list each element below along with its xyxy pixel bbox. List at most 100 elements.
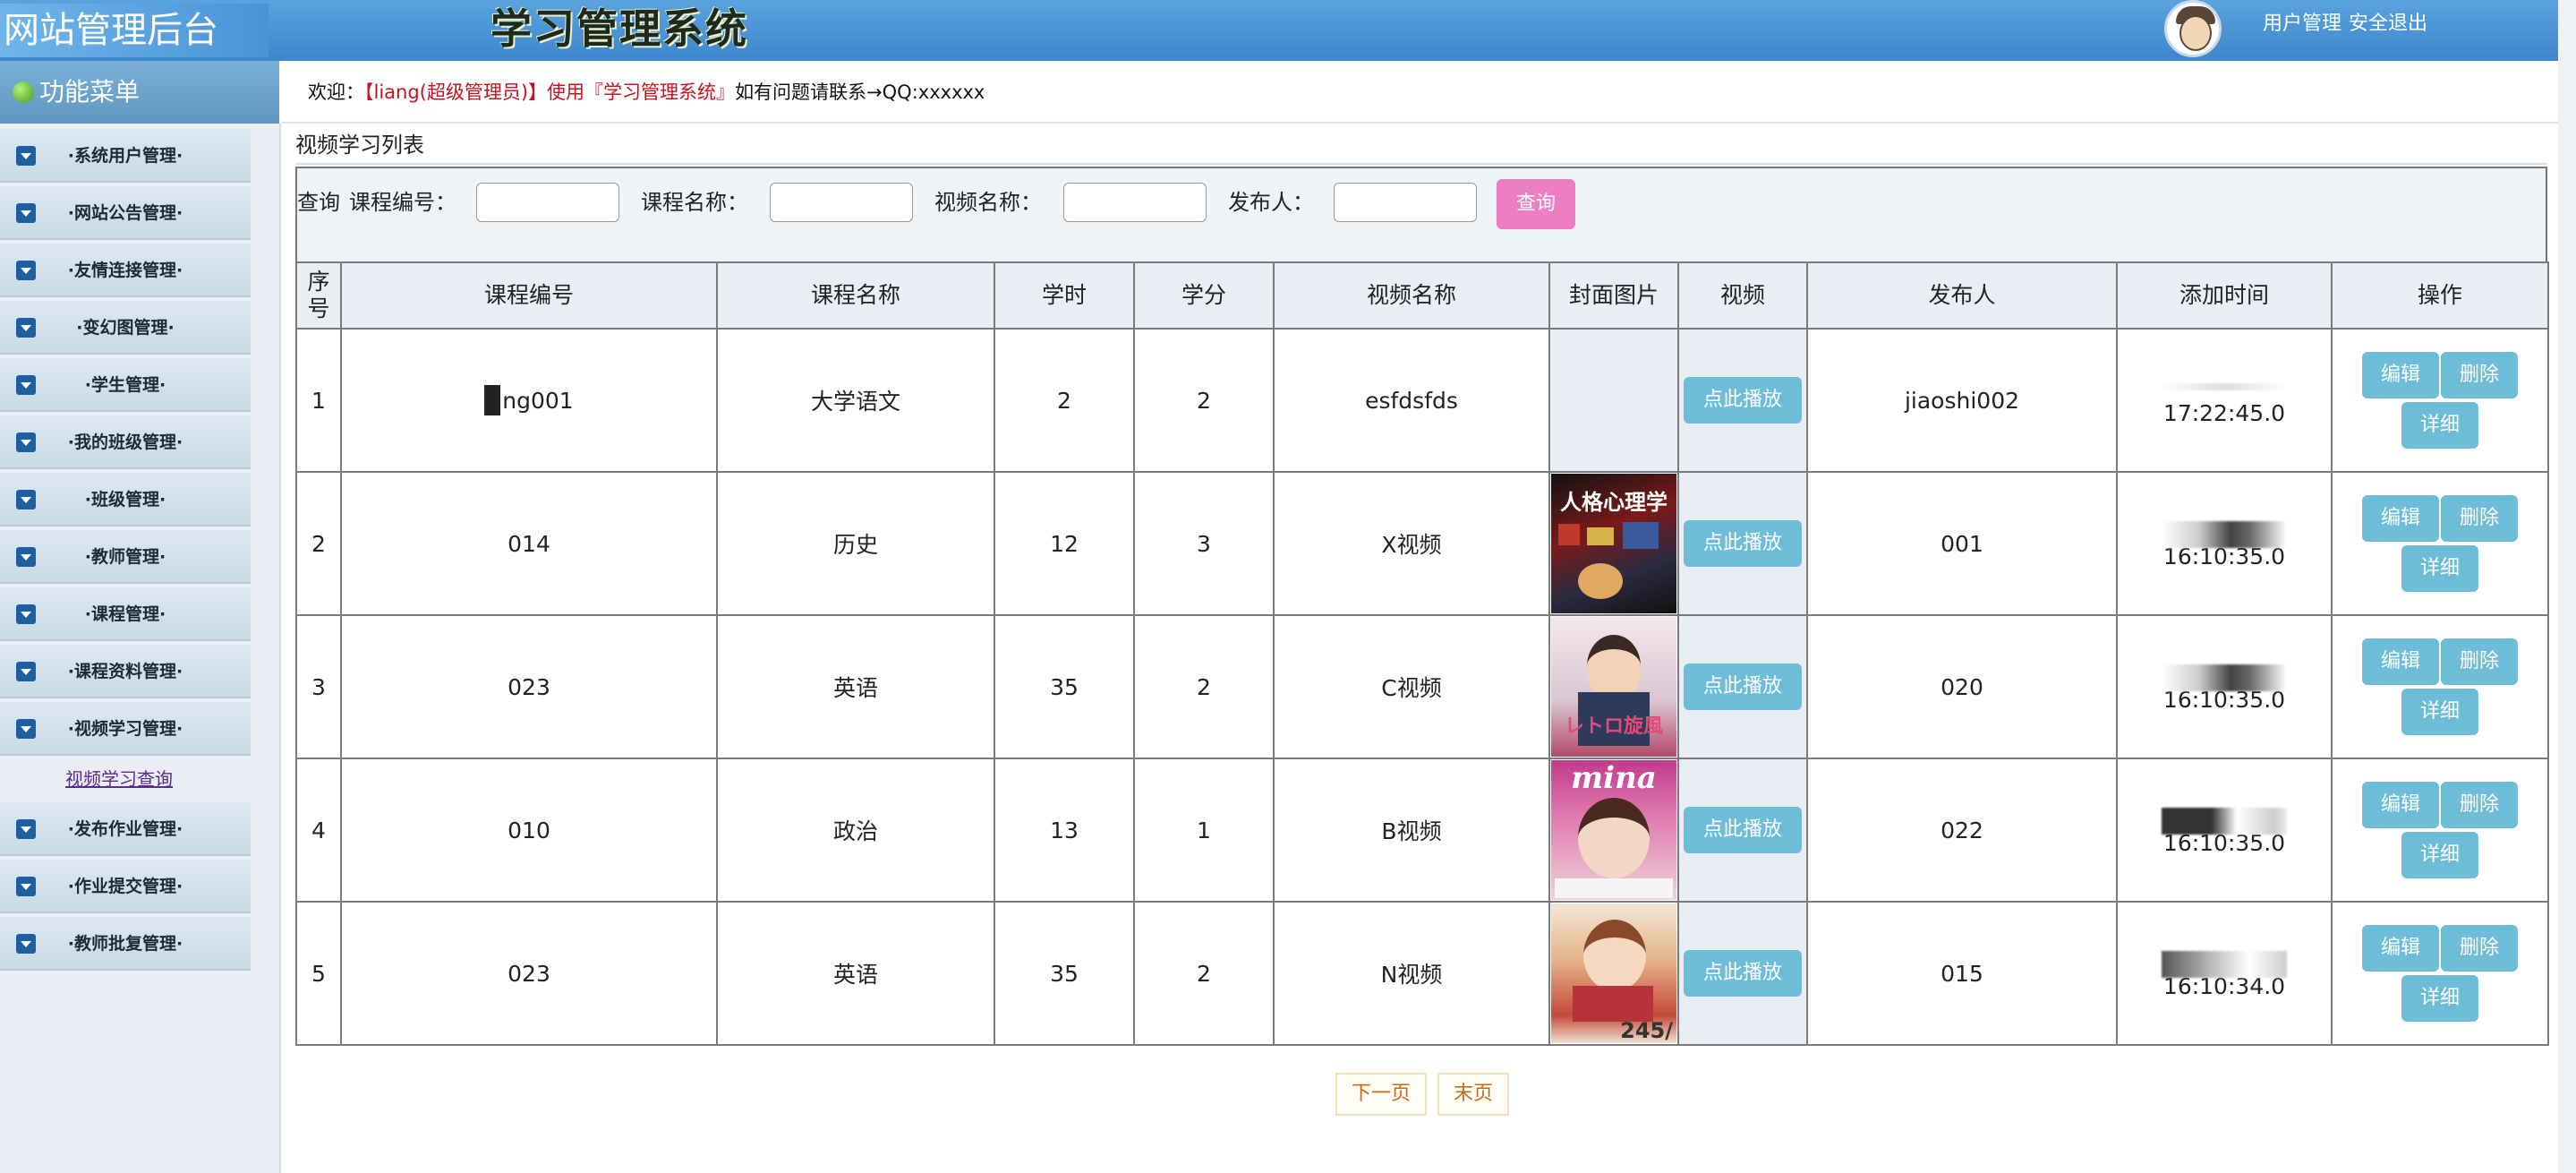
sidebar: ·系统用户管理· ·网站公告管理· ·友情连接管理· ·变幻图管理· ·学生管理… — [0, 124, 281, 1173]
detail-button[interactable]: 详细 — [2401, 975, 2478, 1022]
course-name-input[interactable] — [770, 183, 913, 222]
cell-publisher: jiaoshi002 — [1806, 328, 2118, 473]
menu-item-banners[interactable]: ·变幻图管理· — [0, 301, 251, 355]
cell-course-name: 大学语文 — [716, 328, 995, 473]
edit-button[interactable]: 编辑 — [2362, 782, 2439, 828]
menu-item-video-learning[interactable]: ·视频学习管理· — [0, 702, 251, 756]
cell-publisher: 022 — [1806, 758, 2118, 903]
delete-button[interactable]: 删除 — [2441, 495, 2518, 542]
last-page-button[interactable]: 末页 — [1437, 1073, 1509, 1116]
submenu-video-query-link[interactable]: 视频学习查询 — [0, 765, 238, 791]
detail-button[interactable]: 详细 — [2401, 689, 2478, 735]
menu-item-publish-homework[interactable]: ·发布作业管理· — [0, 802, 251, 856]
cell-time: 16:10:35.0 — [2116, 758, 2333, 903]
edit-button[interactable]: 编辑 — [2362, 925, 2439, 972]
menu-item-homework-submission[interactable]: ·作业提交管理· — [0, 860, 251, 913]
menu-item-classes[interactable]: ·班级管理· — [0, 473, 251, 527]
table-header-row: 序号 课程编号 课程名称 学时 学分 视频名称 封面图片 视频 发布人 添加时间… — [295, 261, 2549, 330]
top-header: 网站管理后台 学习管理系统 用户管理 安全退出 — [0, 0, 2576, 61]
cell-course-no-text: ng001 — [502, 388, 574, 414]
menu-item-course-materials[interactable]: ·课程资料管理· — [0, 645, 251, 698]
cell-credit: 2 — [1133, 328, 1275, 473]
cell-time: 17:22:45.0 — [2116, 328, 2333, 473]
next-page-button[interactable]: 下一页 — [1335, 1073, 1427, 1116]
cover-deco — [1587, 527, 1614, 545]
header-no: 序号 — [295, 261, 342, 330]
cell-credit: 2 — [1133, 901, 1275, 1046]
edit-button[interactable]: 编辑 — [2362, 352, 2439, 398]
detail-button[interactable]: 详细 — [2401, 832, 2478, 878]
cover-image-magazine: レトロ旋風 — [1551, 617, 1676, 757]
cell-cover: 人格心理学 — [1548, 471, 1679, 616]
menu-title: 功能菜单 — [39, 77, 141, 107]
delete-button[interactable]: 删除 — [2441, 352, 2518, 398]
user-management-link[interactable]: 用户管理 — [2263, 13, 2341, 35]
menu-item-teachers[interactable]: ·教师管理· — [0, 530, 251, 584]
menu-item-label: ·发布作业管理· — [67, 819, 183, 839]
welcome-bar: 欢迎：【liang(超级管理员)】使用『学习管理系统』如有问题请联系→QQ:xx… — [281, 61, 2558, 124]
menu-item-teacher-review[interactable]: ·教师批复管理· — [0, 917, 251, 971]
welcome-user: 【liang(超级管理员)】使用『学习管理系统』 — [364, 81, 736, 103]
query-button[interactable]: 查询 — [1497, 179, 1575, 229]
cell-video-name: N视频 — [1273, 901, 1550, 1046]
play-button[interactable]: 点此播放 — [1684, 664, 1802, 710]
play-button[interactable]: 点此播放 — [1684, 520, 1802, 567]
play-button[interactable]: 点此播放 — [1684, 807, 1802, 853]
cell-course-name: 历史 — [716, 471, 995, 616]
cover-image-psychology: 人格心理学 — [1551, 474, 1676, 613]
cover-deco — [1558, 524, 1580, 545]
edit-button[interactable]: 编辑 — [2362, 495, 2439, 542]
menu-item-courses[interactable]: ·课程管理· — [0, 587, 251, 641]
play-button[interactable]: 点此播放 — [1684, 377, 1802, 424]
cover-deco — [1587, 635, 1641, 698]
cell-no: 3 — [295, 614, 342, 759]
page-title: 视频学习列表 — [295, 133, 424, 158]
header-course-name: 课程名称 — [716, 261, 995, 330]
video-name-input[interactable] — [1063, 183, 1207, 222]
cell-time-text: 17:22:45.0 — [2162, 400, 2286, 426]
menu-item-label: ·网站公告管理· — [67, 203, 183, 223]
cover-deco — [1623, 522, 1659, 549]
menu-item-links[interactable]: ·友情连接管理· — [0, 244, 251, 297]
cover-deco — [1555, 878, 1673, 898]
menu-item-my-classes[interactable]: ·我的班级管理· — [0, 415, 251, 469]
menu-orb-icon — [13, 81, 34, 103]
publisher-label: 发布人： — [1228, 190, 1314, 215]
cover-deco — [1583, 920, 1646, 991]
cell-video: 点此播放 — [1677, 471, 1808, 616]
delete-button[interactable]: 删除 — [2441, 782, 2518, 828]
cell-video-name: B视频 — [1273, 758, 1550, 903]
menu-item-label: ·作业提交管理· — [67, 877, 183, 896]
cell-actions: 编辑 删除 详细 — [2331, 614, 2549, 759]
play-button[interactable]: 点此播放 — [1684, 950, 1802, 997]
edit-button[interactable]: 编辑 — [2362, 638, 2439, 685]
cell-publisher: 001 — [1806, 471, 2118, 616]
menu-item-notices[interactable]: ·网站公告管理· — [0, 186, 251, 240]
detail-button[interactable]: 详细 — [2401, 545, 2478, 592]
table-row: 5 023 英语 35 2 N视频 245/ 点此播放 015 16:10:34… — [295, 901, 2549, 1046]
menu-item-label: ·课程管理· — [84, 604, 166, 624]
delete-button[interactable]: 删除 — [2441, 925, 2518, 972]
cell-video-name: X视频 — [1273, 471, 1550, 616]
cell-credit: 3 — [1133, 471, 1275, 616]
avatar-face — [2179, 15, 2212, 51]
course-no-input[interactable] — [476, 183, 619, 222]
cell-time: 16:10:35.0 — [2116, 471, 2333, 616]
cell-video: 点此播放 — [1677, 328, 1808, 473]
video-name-label: 视频名称： — [934, 190, 1042, 215]
cell-publisher: 020 — [1806, 614, 2118, 759]
delete-button[interactable]: 删除 — [2441, 638, 2518, 685]
detail-button[interactable]: 详细 — [2401, 402, 2478, 449]
site-title: 网站管理后台 — [0, 4, 269, 57]
cell-video-name: esfdsfds — [1273, 328, 1550, 473]
logout-link[interactable]: 安全退出 — [2349, 13, 2427, 35]
cover-deco — [1573, 986, 1653, 1022]
table-row: 4 010 政治 13 1 B视频 mina 点此播放 022 16:10:35… — [295, 758, 2549, 903]
menu-item-students[interactable]: ·学生管理· — [0, 358, 251, 412]
menu-item-label: ·课程资料管理· — [67, 662, 183, 681]
cover-text: 人格心理学 — [1560, 490, 1668, 515]
menu-item-system-users[interactable]: ·系统用户管理· — [0, 129, 251, 183]
publisher-input[interactable] — [1334, 183, 1477, 222]
header-publisher: 发布人 — [1806, 261, 2118, 330]
menu-header: 功能菜单 — [0, 61, 279, 124]
